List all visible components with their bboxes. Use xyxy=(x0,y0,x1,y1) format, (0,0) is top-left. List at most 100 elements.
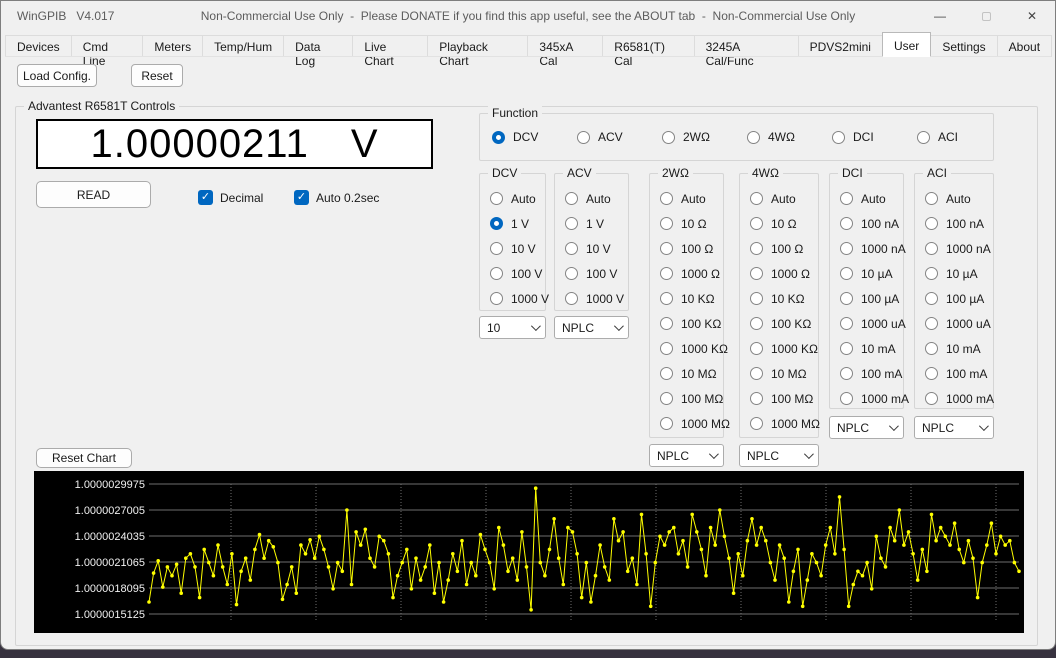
radio-2w-100-k[interactable]: 100 KΩ xyxy=(650,311,723,336)
radio-icon xyxy=(660,317,673,330)
radio-aci-10-ma[interactable]: 10 mA xyxy=(915,336,993,361)
radio-2w-auto[interactable]: Auto xyxy=(650,186,723,211)
tab-3245a-cal-func[interactable]: 3245A Cal/Func xyxy=(694,35,799,57)
radio-dci-10-a[interactable]: 10 µA xyxy=(830,261,903,286)
radio-function-acv[interactable]: ACV xyxy=(577,130,623,144)
dropdown-2w-nplc[interactable]: NPLC xyxy=(649,444,724,467)
tab-data-log[interactable]: Data Log xyxy=(283,35,353,57)
read-button[interactable]: READ xyxy=(36,181,151,208)
radio-dci-1000-na[interactable]: 1000 nA xyxy=(830,236,903,261)
radio-label: 1000 mA xyxy=(861,392,909,406)
radio-dcv-1000-v[interactable]: 1000 V xyxy=(480,286,545,311)
dropdown-dci-nplc[interactable]: NPLC xyxy=(829,416,904,439)
radio-aci-1000-ma[interactable]: 1000 mA xyxy=(915,386,993,411)
radio-4w-10-m[interactable]: 10 MΩ xyxy=(740,361,818,386)
dropdown-dcv-nplc[interactable]: 10 xyxy=(479,316,546,339)
radio-function-dci[interactable]: DCI xyxy=(832,130,874,144)
radio-icon xyxy=(660,217,673,230)
load-config-button[interactable]: Load Config. xyxy=(17,64,97,87)
radio-4w-100-m[interactable]: 100 MΩ xyxy=(740,386,818,411)
radio-dci-100-na[interactable]: 100 nA xyxy=(830,211,903,236)
radio-2w-10-m[interactable]: 10 MΩ xyxy=(650,361,723,386)
close-icon[interactable]: ✕ xyxy=(1009,1,1055,31)
radio-4w-10-k[interactable]: 10 KΩ xyxy=(740,286,818,311)
radio-function-aci[interactable]: ACI xyxy=(917,130,958,144)
radio-aci-auto[interactable]: Auto xyxy=(915,186,993,211)
radio-aci-10-a[interactable]: 10 µA xyxy=(915,261,993,286)
checkbox-checked-icon: ✓ xyxy=(198,190,213,205)
radio-2w-1000-k[interactable]: 1000 KΩ xyxy=(650,336,723,361)
radio-dci-100-a[interactable]: 100 µA xyxy=(830,286,903,311)
radio-4w-auto[interactable]: Auto xyxy=(740,186,818,211)
radio-dci-auto[interactable]: Auto xyxy=(830,186,903,211)
radio-aci-100-a[interactable]: 100 µA xyxy=(915,286,993,311)
radio-2w-100-m[interactable]: 100 MΩ xyxy=(650,386,723,411)
tab-devices[interactable]: Devices xyxy=(5,35,72,57)
radio-aci-1000-ua[interactable]: 1000 uA xyxy=(915,311,993,336)
reset-chart-button[interactable]: Reset Chart xyxy=(36,448,132,468)
dropdown-4w-nplc[interactable]: NPLC xyxy=(739,444,819,467)
radio-2w-100[interactable]: 100 Ω xyxy=(650,236,723,261)
tab-user[interactable]: User xyxy=(882,32,931,57)
radio-4w-100-k[interactable]: 100 KΩ xyxy=(740,311,818,336)
radio-label: 1000 nA xyxy=(861,242,906,256)
maximize-icon[interactable] xyxy=(963,1,1009,31)
radio-aci-100-na[interactable]: 100 nA xyxy=(915,211,993,236)
tab-meters[interactable]: Meters xyxy=(142,35,203,57)
radio-acv-auto[interactable]: Auto xyxy=(555,186,628,211)
tab-live-chart[interactable]: Live Chart xyxy=(352,35,428,57)
radio-dci-100-ma[interactable]: 100 mA xyxy=(830,361,903,386)
radio-aci-100-ma[interactable]: 100 mA xyxy=(915,361,993,386)
range-groupbox-dci: DCIAuto100 nA1000 nA10 µA100 µA1000 uA10… xyxy=(829,173,904,409)
range-groupbox-title: 2WΩ xyxy=(658,166,693,180)
dropdown-aci-nplc[interactable]: NPLC xyxy=(914,416,994,439)
range-groupbox-2w: 2WΩAuto10 Ω100 Ω1000 Ω10 KΩ100 KΩ1000 KΩ… xyxy=(649,173,724,438)
tab-345xa-cal[interactable]: 345xA Cal xyxy=(527,35,603,57)
range-options: Auto1 V10 V100 V1000 V xyxy=(480,186,545,311)
tab-about[interactable]: About xyxy=(997,35,1052,57)
radio-acv-100-v[interactable]: 100 V xyxy=(555,261,628,286)
radio-label: 2WΩ xyxy=(683,130,710,144)
minimize-icon[interactable]: — xyxy=(917,1,963,31)
radio-dci-1000-ma[interactable]: 1000 mA xyxy=(830,386,903,411)
chart-canvas: 1.00000299751.00000270051.00000240351.00… xyxy=(34,471,1024,633)
radio-acv-1000-v[interactable]: 1000 V xyxy=(555,286,628,311)
radio-2w-10[interactable]: 10 Ω xyxy=(650,211,723,236)
radio-function-dcv[interactable]: DCV xyxy=(492,130,538,144)
checkbox-decimal[interactable]: ✓ Decimal xyxy=(198,190,263,205)
radio-function-2w[interactable]: 2WΩ xyxy=(662,130,710,144)
checkbox-checked-icon: ✓ xyxy=(294,190,309,205)
radio-dcv-auto[interactable]: Auto xyxy=(480,186,545,211)
checkbox-auto-read[interactable]: ✓ Auto 0.2sec xyxy=(294,190,379,205)
radio-4w-1000-k[interactable]: 1000 KΩ xyxy=(740,336,818,361)
tab-cmd-line[interactable]: Cmd Line xyxy=(71,35,144,57)
radio-acv-1-v[interactable]: 1 V xyxy=(555,211,628,236)
radio-2w-10-k[interactable]: 10 KΩ xyxy=(650,286,723,311)
tab-strip: DevicesCmd LineMetersTemp/HumData LogLiv… xyxy=(5,32,1051,57)
radio-4w-10[interactable]: 10 Ω xyxy=(740,211,818,236)
radio-acv-10-v[interactable]: 10 V xyxy=(555,236,628,261)
dropdown-acv-nplc[interactable]: NPLC xyxy=(554,316,629,339)
radio-icon xyxy=(840,242,853,255)
radio-2w-1000-m[interactable]: 1000 MΩ xyxy=(650,411,723,436)
reset-button[interactable]: Reset xyxy=(131,64,183,87)
radio-4w-1000-m[interactable]: 1000 MΩ xyxy=(740,411,818,436)
radio-4w-100[interactable]: 100 Ω xyxy=(740,236,818,261)
radio-icon xyxy=(840,217,853,230)
radio-2w-1000[interactable]: 1000 Ω xyxy=(650,261,723,286)
tab-pdvs2mini[interactable]: PDVS2mini xyxy=(798,35,883,57)
tab-r6581-t-cal[interactable]: R6581(T) Cal xyxy=(602,35,694,57)
radio-aci-1000-na[interactable]: 1000 nA xyxy=(915,236,993,261)
tab-settings[interactable]: Settings xyxy=(930,35,997,57)
radio-4w-1000[interactable]: 1000 Ω xyxy=(740,261,818,286)
radio-dci-10-ma[interactable]: 10 mA xyxy=(830,336,903,361)
radio-dcv-10-v[interactable]: 10 V xyxy=(480,236,545,261)
radio-dcv-1-v[interactable]: 1 V xyxy=(480,211,545,236)
radio-icon xyxy=(565,267,578,280)
radio-dcv-100-v[interactable]: 100 V xyxy=(480,261,545,286)
radio-dci-1000-ua[interactable]: 1000 uA xyxy=(830,311,903,336)
radio-function-4w[interactable]: 4WΩ xyxy=(747,130,795,144)
tab-temp-hum[interactable]: Temp/Hum xyxy=(202,35,284,57)
radio-icon xyxy=(490,242,503,255)
tab-playback-chart[interactable]: Playback Chart xyxy=(427,35,528,57)
